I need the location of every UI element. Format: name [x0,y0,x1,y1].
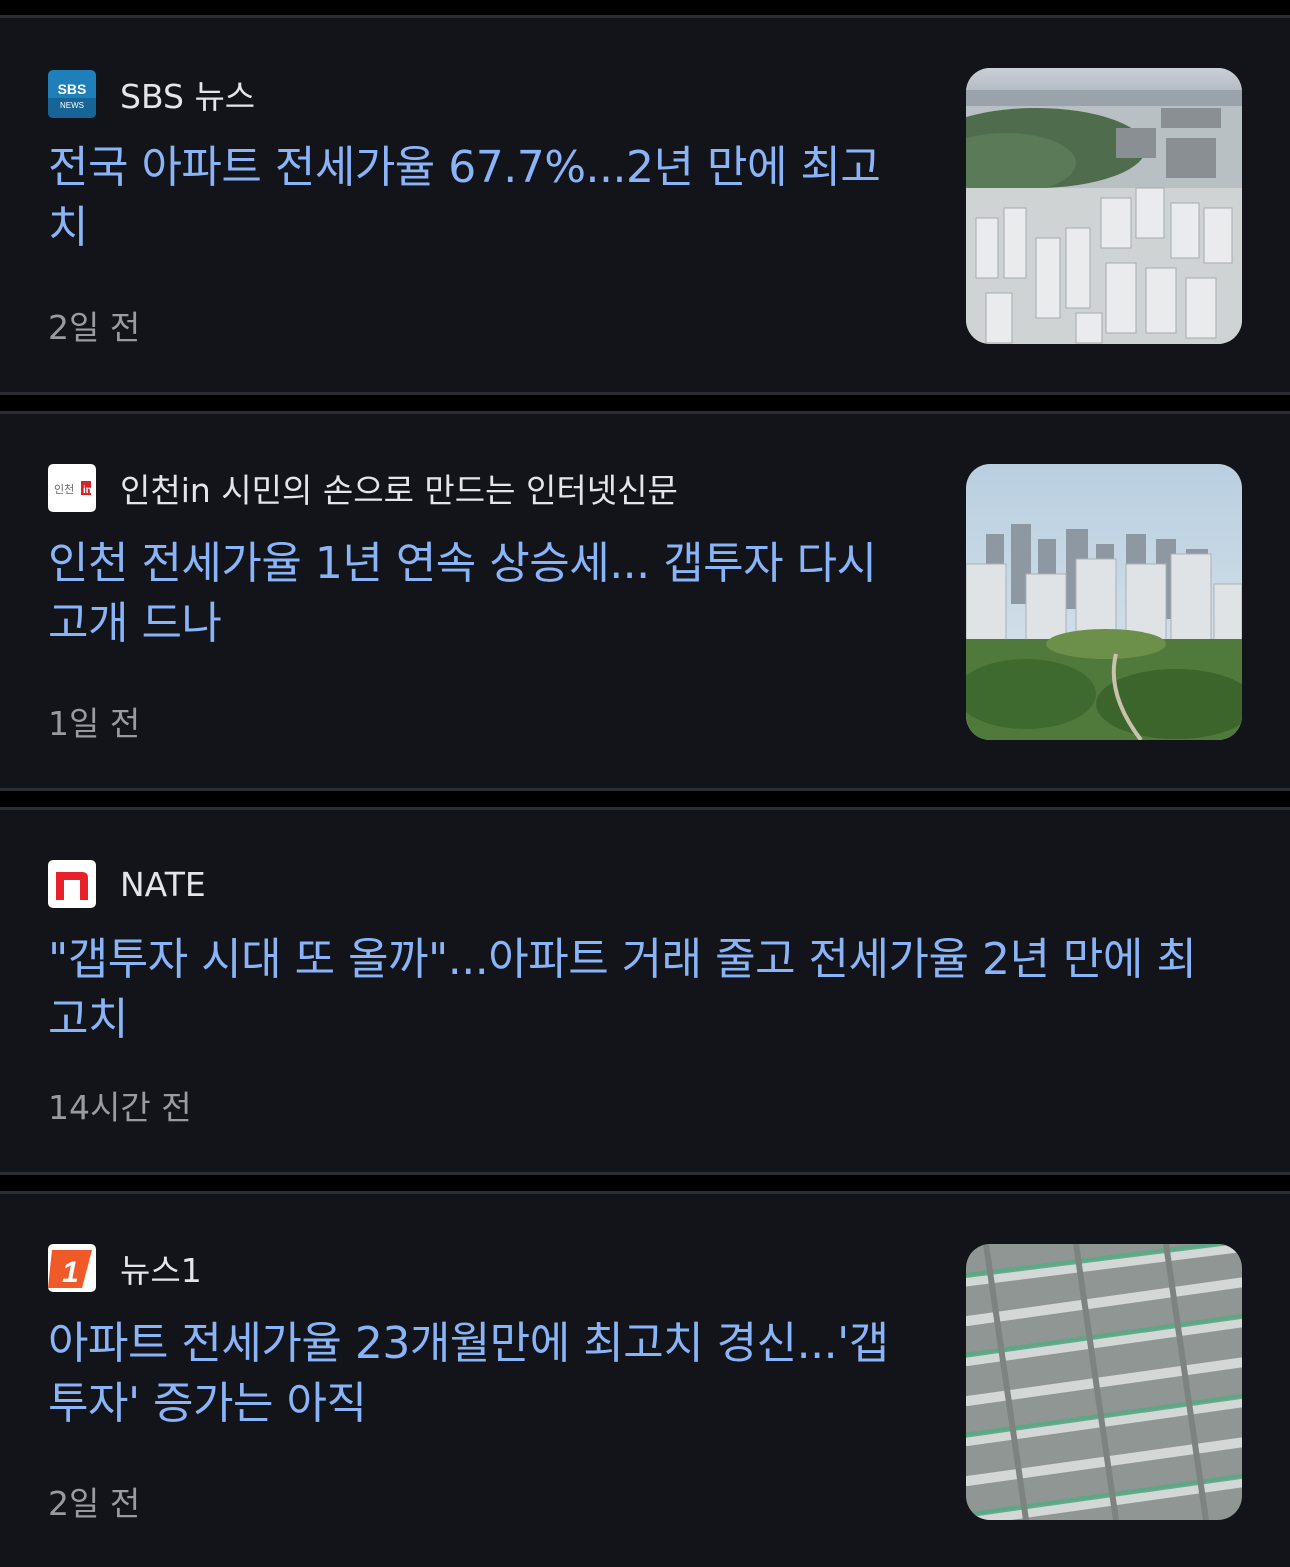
source-row: 인천 in 인천in 시민의 손으로 만드는 인터넷신문 [48,464,678,512]
headline-link[interactable]: "갭투자 시대 또 올까"...아파트 거래 줄고 전세가율 2년 만에 최 고… [48,930,1197,1050]
nate-logo-icon [48,860,96,908]
news-card[interactable]: 1 뉴스1 아파트 전세가율 23개월만에 최고치 경신...'갭 투자' 증가… [0,1191,1290,1567]
news-card[interactable]: 인천 in 인천in 시민의 손으로 만드는 인터넷신문 인천 전세가율 1년 … [0,411,1290,791]
headline-link[interactable]: 인천 전세가율 1년 연속 상승세... 갭투자 다시 고개 드나 [48,534,877,654]
source-name: NATE [120,864,206,904]
headline-line: 전국 아파트 전세가율 67.7%...2년 만에 최고 [48,142,881,193]
source-name: 인천in 시민의 손으로 만드는 인터넷신문 [120,471,678,510]
source-name: SBS 뉴스 [120,77,256,116]
timestamp: 2일 전 [48,1484,141,1523]
headline-link[interactable]: 전국 아파트 전세가율 67.7%...2년 만에 최고 치 [48,138,881,258]
headline-line: "갭투자 시대 또 올까"...아파트 거래 줄고 전세가율 2년 만에 최 [48,934,1197,985]
source-row: SBS NEWS SBS 뉴스 [48,70,255,118]
sbs-news-logo-icon: SBS NEWS [48,70,96,118]
headline-line: 고개 드나 [48,598,222,649]
headline-line: 아파트 전세가율 23개월만에 최고치 경신...'갭 [48,1318,889,1369]
headline-line: 고치 [48,994,128,1045]
svg-text:1: 1 [62,1256,79,1289]
news-feed: SBS NEWS SBS 뉴스 전국 아파트 전세가율 67.7%...2년 만… [0,0,1290,1567]
headline-line: 치 [48,202,88,253]
news-card[interactable]: NATE "갭투자 시대 또 올까"...아파트 거래 줄고 전세가율 2년 만… [0,807,1290,1175]
article-thumbnail[interactable] [966,464,1242,740]
svg-text:인천: 인천 [54,482,74,496]
svg-text:in: in [83,485,92,496]
news-card[interactable]: SBS NEWS SBS 뉴스 전국 아파트 전세가율 67.7%...2년 만… [0,15,1290,395]
timestamp: 1일 전 [48,704,141,743]
headline-line: 인천 전세가율 1년 연속 상승세... 갭투자 다시 [48,538,877,589]
news1-logo-icon: 1 [48,1244,96,1292]
incheon-in-logo-icon: 인천 in [48,464,96,512]
headline-link[interactable]: 아파트 전세가율 23개월만에 최고치 경신...'갭 투자' 증가는 아직 [48,1314,889,1434]
timestamp: 2일 전 [48,308,141,347]
article-thumbnail[interactable] [966,68,1242,344]
svg-text:SBS: SBS [58,81,87,97]
source-row: NATE [48,860,206,908]
article-thumbnail[interactable] [966,1244,1242,1520]
source-name: 뉴스1 [120,1251,202,1290]
svg-text:NEWS: NEWS [60,101,84,110]
headline-line: 투자' 증가는 아직 [48,1378,367,1429]
timestamp: 14시간 전 [48,1088,192,1127]
source-row: 1 뉴스1 [48,1244,202,1292]
